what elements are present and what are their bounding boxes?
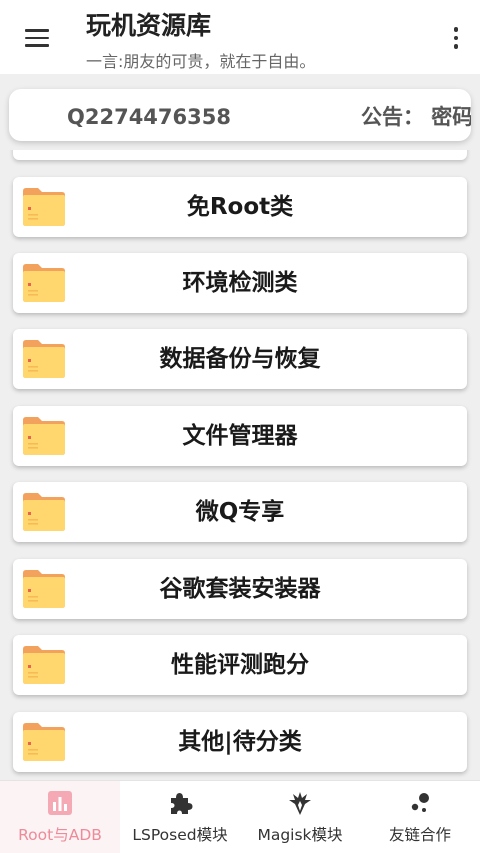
category-card[interactable]: 谷歌套装安装器 (13, 559, 467, 619)
notice-announcement: 公告： 密码 (360, 105, 471, 129)
magisk-icon (289, 792, 311, 815)
app-bar: 玩机资源库 一言:朋友的可贵，就在于自由。 (0, 0, 480, 74)
category-label: 其他|待分类 (178, 729, 302, 755)
nav-tab-root-adb[interactable]: Root与ADB (0, 781, 120, 853)
more-vert-icon (453, 27, 459, 32)
category-card[interactable]: 环境检测类 (13, 253, 467, 313)
list-item-partial[interactable] (13, 150, 467, 160)
category-label: 谷歌套装安装器 (159, 576, 321, 602)
dots-icon (411, 793, 429, 812)
category-card[interactable]: 其他|待分类 (13, 712, 467, 772)
category-card[interactable]: 文件管理器 (13, 406, 467, 466)
menu-button[interactable] (18, 22, 56, 54)
category-card[interactable]: 性能评测跑分 (13, 635, 467, 695)
nav-tab-lsposed[interactable]: LSPosed模块 (120, 781, 240, 853)
nav-label: Magisk模块 (257, 826, 343, 844)
category-list[interactable]: 免Root类 环境检测类 数据备份与恢复 文件管理器 微Q专享 谷歌套装安装器 … (0, 150, 480, 780)
nav-tab-magisk[interactable]: Magisk模块 (240, 781, 360, 853)
app-subtitle: 一言:朋友的可贵，就在于自由。 (86, 52, 316, 71)
hamburger-icon (25, 29, 49, 32)
category-card[interactable]: 微Q专享 (13, 482, 467, 542)
category-card[interactable]: 免Root类 (13, 177, 467, 237)
category-label: 环境检测类 (182, 270, 298, 296)
category-label: 性能评测跑分 (171, 652, 309, 678)
category-label: 微Q专享 (195, 499, 285, 525)
notice-contact: Q2274476358 (67, 105, 231, 129)
app-title: 玩机资源库 (86, 11, 212, 40)
more-options-button[interactable] (446, 22, 466, 54)
puzzle-icon (171, 793, 193, 814)
category-card[interactable]: 数据备份与恢复 (13, 329, 467, 389)
category-label: 数据备份与恢复 (159, 346, 321, 372)
bottom-navigation: Root与ADB LSPosed模块 Magisk模块 友链合作 (0, 780, 480, 853)
nav-label: 友链合作 (388, 826, 451, 844)
category-label: 文件管理器 (182, 423, 298, 449)
nav-label: Root与ADB (18, 826, 102, 844)
nav-label: LSPosed模块 (132, 826, 228, 844)
notice-marquee[interactable]: Q2274476358 公告： 密码 (9, 89, 471, 141)
category-label: 免Root类 (186, 194, 294, 220)
bar-chart-icon (48, 791, 72, 815)
nav-tab-friend-links[interactable]: 友链合作 (360, 781, 480, 853)
notice-track: Q2274476358 公告： 密码 (67, 101, 471, 131)
